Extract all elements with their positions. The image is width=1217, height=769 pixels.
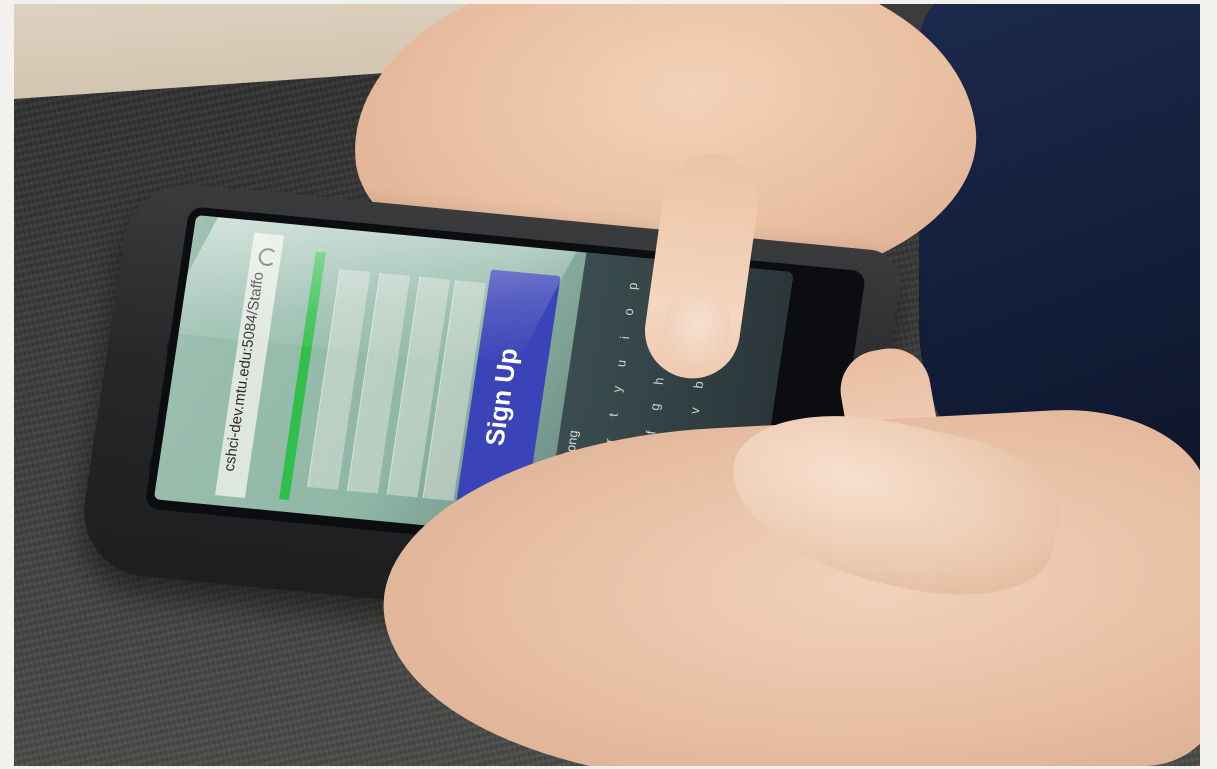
key[interactable]: i (613, 326, 638, 350)
key[interactable]: p (620, 274, 645, 298)
key[interactable]: y (605, 377, 630, 401)
key[interactable]: h (647, 369, 672, 393)
photo: cshci-dev.mtu.edu:5084/Staffo Sign Up al… (14, 4, 1200, 766)
key[interactable]: v (683, 399, 708, 423)
key[interactable]: g (643, 395, 668, 419)
screen-glare (156, 217, 577, 367)
key[interactable]: t (601, 403, 626, 427)
key[interactable]: o (617, 300, 642, 324)
key[interactable]: u (609, 351, 634, 375)
